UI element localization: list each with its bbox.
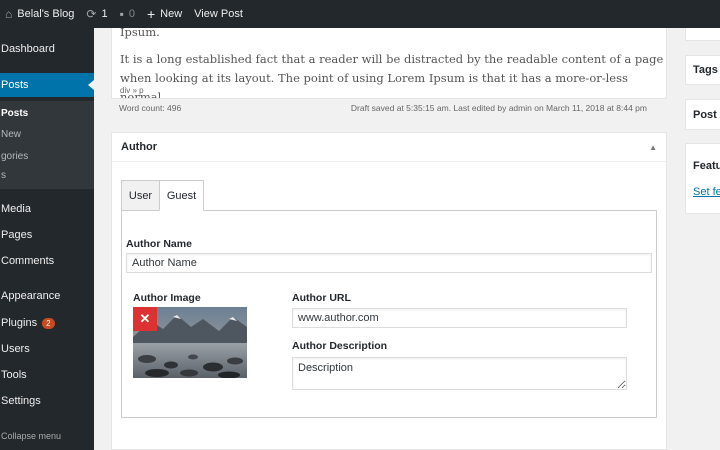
comment-icon: ▪	[119, 7, 124, 21]
tab-user[interactable]: User	[121, 180, 160, 211]
author-url-input[interactable]	[292, 308, 627, 328]
sidebar-item-posts[interactable]: Posts	[0, 73, 94, 97]
author-image-label: Author Image	[133, 292, 201, 304]
site-name-label: Belal's Blog	[17, 8, 75, 20]
comments-link[interactable]: ▪ 0	[114, 0, 141, 28]
featured-image-panel: Featu Set fe	[685, 143, 720, 214]
publish-panel	[685, 28, 720, 41]
sidebar-item-media[interactable]: Media	[0, 197, 94, 221]
set-featured-image-link[interactable]: Set fe	[693, 186, 720, 198]
submenu-item-label: New	[1, 128, 22, 140]
submenu-item-label: s	[1, 169, 6, 181]
close-icon: ✕	[139, 311, 151, 326]
sidebar-item-label: Posts	[1, 79, 29, 91]
tab-label: User	[128, 189, 153, 202]
sidebar-item-users[interactable]: Users	[0, 337, 94, 361]
new-content-link[interactable]: + New	[141, 0, 188, 28]
site-name-link[interactable]: ⌂ Belal's Blog	[0, 0, 80, 28]
tags-panel-title: Tags	[693, 64, 718, 76]
tags-panel[interactable]: Tags	[685, 55, 720, 85]
word-count: Word count: 496	[119, 102, 182, 113]
sidebar-item-settings[interactable]: Settings	[0, 389, 94, 413]
submenu-item-add-new[interactable]: New	[0, 124, 94, 144]
author-description-textarea[interactable]: Description	[292, 357, 627, 390]
collapse-menu-label: Collapse menu	[1, 431, 62, 441]
comments-count: 0	[128, 8, 135, 20]
sidebar-item-tools[interactable]: Tools	[0, 363, 94, 387]
updates-icon: ⟳	[86, 7, 97, 21]
tab-guest[interactable]: Guest	[159, 180, 204, 211]
sidebar-item-label: Pages	[1, 229, 33, 241]
draft-status: Draft saved at 5:35:15 am. Last edited b…	[350, 102, 647, 113]
sidebar-item-label: Appearance	[1, 290, 61, 302]
post-editor[interactable]: Ipsum. It is a long established fact tha…	[111, 28, 667, 99]
author-metabox-title: Author	[121, 141, 158, 153]
new-label: New	[160, 8, 183, 20]
tab-label: Guest	[166, 189, 197, 202]
admin-sidebar: Dashboard Posts Posts New gories s Media…	[0, 28, 94, 450]
sidebar-item-comments[interactable]: Comments	[0, 249, 94, 273]
submenu-item-label: Posts	[1, 107, 29, 119]
editor-path: div » p	[120, 86, 144, 95]
admin-bar: ⌂ Belal's Blog ⟳ 1 ▪ 0 + New View Post	[0, 0, 720, 28]
collapse-arrow-icon[interactable]: ▲	[649, 143, 657, 152]
view-post-label: View Post	[194, 8, 243, 20]
post-attributes-title: Post A	[693, 108, 720, 121]
author-name-input[interactable]	[126, 253, 652, 273]
submenu-item-tags[interactable]: s	[0, 165, 94, 185]
posts-submenu: Posts New gories s	[0, 101, 94, 189]
editor-line: Ipsum.	[120, 28, 160, 39]
collapse-menu-button[interactable]: Collapse menu	[0, 424, 94, 448]
sidebar-item-label: Media	[1, 203, 31, 215]
plus-icon: +	[146, 6, 156, 22]
submenu-item-categories[interactable]: gories	[0, 146, 94, 166]
sidebar-item-label: Dashboard	[1, 43, 55, 55]
updates-link[interactable]: ⟳ 1	[80, 0, 113, 28]
remove-image-button[interactable]: ✕	[133, 307, 157, 331]
sidebar-item-label: Users	[1, 343, 30, 355]
author-description-label: Author Description	[292, 340, 388, 352]
author-metabox-header[interactable]: Author ▲	[112, 133, 666, 162]
post-attributes-panel[interactable]: Post A	[685, 99, 720, 130]
submenu-item-label: gories	[1, 150, 29, 162]
author-url-label: Author URL	[292, 292, 351, 304]
sidebar-item-label: Settings	[1, 395, 41, 407]
sidebar-item-plugins[interactable]: Plugins 2	[0, 311, 94, 335]
plugins-update-badge: 2	[42, 317, 55, 329]
featured-image-title: Featu	[693, 160, 720, 172]
home-icon: ⌂	[5, 7, 13, 21]
sidebar-item-label: Plugins	[1, 317, 38, 329]
editor-paragraph: It is a long established fact that a rea…	[120, 52, 664, 99]
sidebar-item-appearance[interactable]: Appearance	[0, 284, 94, 308]
author-name-label: Author Name	[126, 238, 192, 250]
sidebar-item-dashboard[interactable]: Dashboard	[0, 37, 94, 61]
sidebar-item-label: Tools	[1, 369, 27, 381]
sidebar-item-label: Comments	[1, 255, 55, 267]
editor-content[interactable]: Ipsum. It is a long established fact tha…	[120, 28, 665, 99]
submenu-item-all-posts[interactable]: Posts	[0, 103, 94, 123]
view-post-link[interactable]: View Post	[188, 0, 249, 28]
editor-status-bar: Word count: 496 Draft saved at 5:35:15 a…	[111, 99, 667, 116]
sidebar-item-pages[interactable]: Pages	[0, 223, 94, 247]
updates-count: 1	[101, 8, 108, 20]
